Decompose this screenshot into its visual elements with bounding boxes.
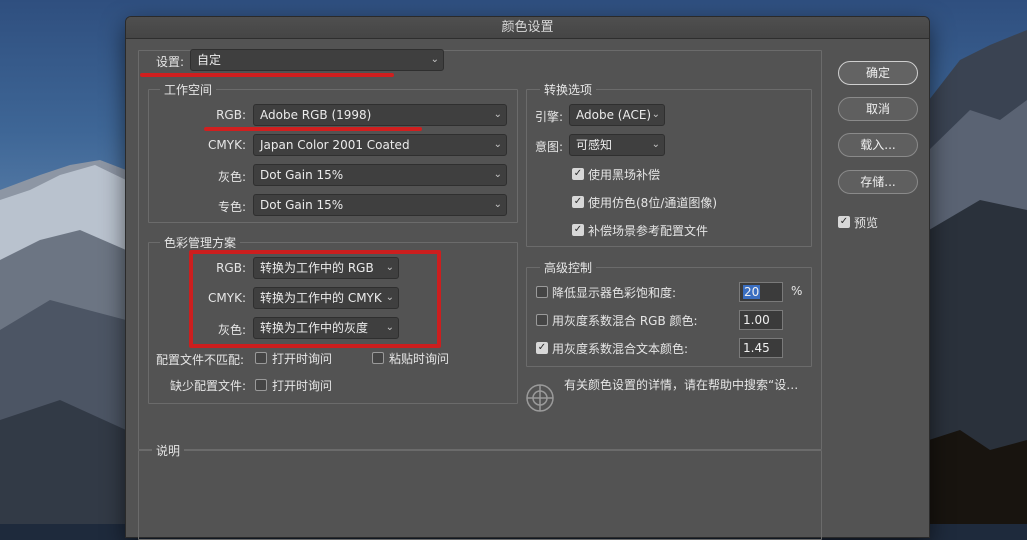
ws-rgb-label: RGB: [216,108,246,122]
engine-value: Adobe (ACE) [576,108,652,122]
checkmark-icon: ✓ [573,168,583,179]
info-text: 有关颜色设置的详情，请在帮助中搜索“设… [564,378,799,392]
chevron-down-icon: ⌄ [651,139,660,150]
save-button[interactable]: 存储... [838,170,918,194]
ws-cmyk-select[interactable]: Japan Color 2001 Coated ⌄ [253,134,507,156]
ws-spot-label: 专色: [217,200,246,214]
desaturate-input[interactable]: 20 [739,282,783,302]
desaturate-checkbox[interactable] [536,286,548,298]
ws-gray-select[interactable]: Dot Gain 15% ⌄ [253,164,507,186]
blend-text-input[interactable]: 1.45 [739,338,783,358]
ask-open-mismatch-label: 打开时询问 [272,352,333,366]
policies-title: 色彩管理方案 [160,234,241,251]
load-button[interactable]: 载入... [838,133,918,157]
chevron-down-icon: ⌄ [493,139,502,150]
dither-checkbox[interactable]: ✓ [572,196,584,208]
ws-rgb-value: Adobe RGB (1998) [260,108,372,122]
preview-checkbox[interactable]: ✓ [838,216,850,228]
ask-open-missing-label: 打开时询问 [272,379,333,393]
checkmark-icon: ✓ [573,196,583,207]
chevron-down-icon: ⌄ [651,109,660,120]
black-point-label: 使用黑场补偿 [588,168,661,182]
conversion-title: 转换选项 [540,81,597,98]
chevron-down-icon: ⌄ [430,54,439,65]
intent-select[interactable]: 可感知 ⌄ [569,134,665,156]
color-wheel-icon [526,384,554,412]
preview-label: 预览 [854,216,879,230]
compensate-checkbox[interactable]: ✓ [572,224,584,236]
blend-rgb-input[interactable]: 1.00 [739,310,783,330]
checkmark-icon: ✓ [573,224,583,235]
ask-paste-label: 粘贴时询问 [389,352,450,366]
cancel-button[interactable]: 取消 [838,97,918,121]
ws-rgb-select[interactable]: Adobe RGB (1998) ⌄ [253,104,507,126]
dither-label: 使用仿色(8位/通道图像) [588,196,718,210]
blend-text-checkbox[interactable]: ✓ [536,342,548,354]
description-title: 说明 [152,442,185,459]
chevron-down-icon: ⌄ [493,199,502,210]
desaturate-label: 降低显示器色彩饱和度: [552,286,677,300]
red-annotation-box [189,250,441,348]
advanced-title: 高级控制 [540,259,597,276]
chevron-down-icon: ⌄ [493,109,502,120]
compensate-label: 补偿场景参考配置文件 [588,224,709,238]
ws-cmyk-label: CMYK: [208,138,246,152]
chevron-down-icon: ⌄ [493,169,502,180]
color-settings-dialog: 颜色设置 设置: 自定 ⌄ 工作空间 RGB: Adobe RGB (1998)… [126,17,929,540]
desaturate-value: 20 [743,285,761,299]
ws-spot-select[interactable]: Dot Gain 15% ⌄ [253,194,507,216]
blend-rgb-value: 1.00 [743,313,770,327]
red-annotation-underline [140,73,394,77]
ok-button[interactable]: 确定 [838,61,918,85]
ask-open-mismatch-checkbox[interactable] [255,352,267,364]
blend-text-label: 用灰度系数混合文本颜色: [552,342,689,356]
ask-paste-checkbox[interactable] [372,352,384,364]
engine-select[interactable]: Adobe (ACE) ⌄ [569,104,665,126]
checkmark-icon: ✓ [839,216,849,227]
intent-value: 可感知 [576,138,613,152]
blend-rgb-label: 用灰度系数混合 RGB 颜色: [552,314,698,328]
desaturate-unit: % [791,284,803,298]
ws-cmyk-value: Japan Color 2001 Coated [260,138,410,152]
engine-label: 引擎: [535,110,564,124]
ws-gray-value: Dot Gain 15% [260,168,344,182]
working-spaces-title: 工作空间 [160,81,217,98]
black-point-checkbox[interactable]: ✓ [572,168,584,180]
ws-gray-label: 灰色: [217,170,246,184]
blend-rgb-checkbox[interactable] [536,314,548,326]
red-annotation-underline [204,127,422,131]
ws-spot-value: Dot Gain 15% [260,198,344,212]
settings-preset-select[interactable]: 自定 ⌄ [190,49,444,71]
checkmark-icon: ✓ [537,342,547,353]
description-group [138,450,822,540]
intent-label: 意图: [535,140,564,154]
settings-preset-value: 自定 [197,53,222,67]
mismatch-label: 配置文件不匹配: [156,353,245,367]
blend-text-value: 1.45 [743,341,770,355]
ask-open-missing-checkbox[interactable] [255,379,267,391]
dialog-title: 颜色设置 [126,17,929,39]
missing-label: 缺少配置文件: [170,379,247,393]
settings-label: 设置: [156,55,185,69]
